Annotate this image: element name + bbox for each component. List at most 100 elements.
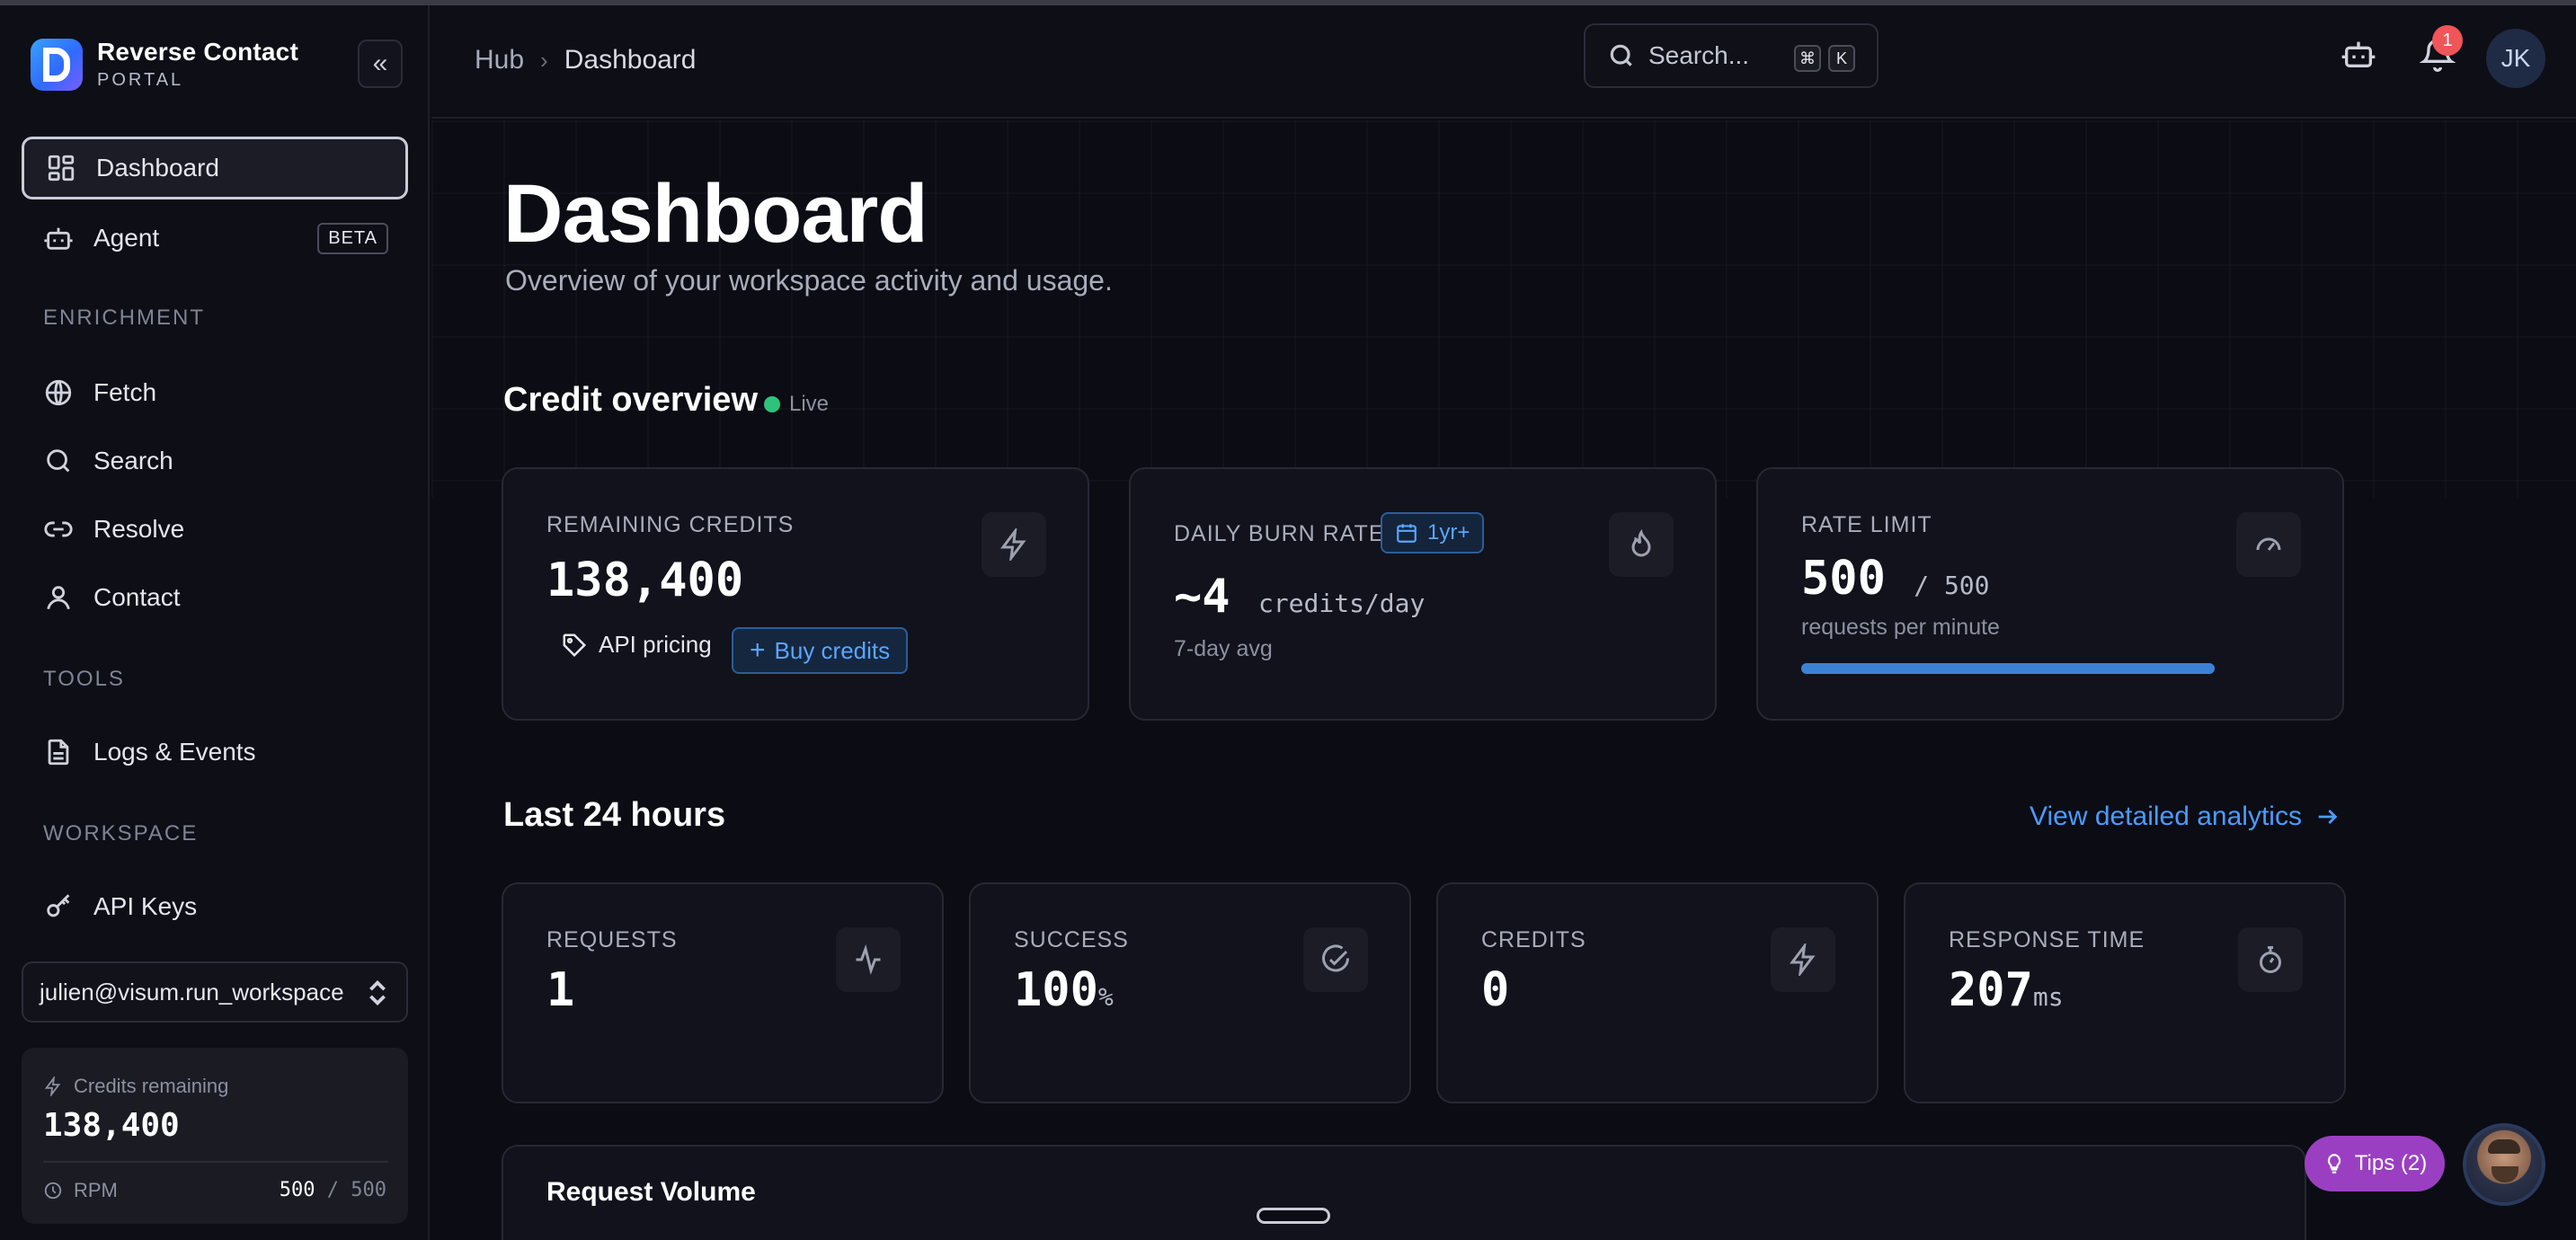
rpm-used: 500 [279,1179,315,1201]
activity-icon [836,927,901,992]
sidebar-item-logs-events[interactable]: Logs & Events [22,721,408,784]
brand[interactable]: Reverse Contact PORTAL [31,38,298,91]
sidebar-item-label: Fetch [93,378,157,406]
view-detailed-analytics-link[interactable]: View detailed analytics [2030,802,2340,832]
sidebar-item-resolve[interactable]: Resolve [22,498,408,561]
rate-limit-progress [1801,663,2215,674]
sidebar-item-fetch[interactable]: Fetch [22,361,408,424]
calendar-icon [1397,524,1417,543]
api-pricing-label: API pricing [599,631,712,658]
sidebar-item-dashboard[interactable]: Dashboard [22,137,408,199]
dashboard-icon [46,153,76,183]
sidebar-item-label: Contact [93,583,181,611]
range-label: 1yr+ [1427,520,1470,545]
section-label-tools: TOOLS [43,667,125,691]
remaining-credits-card: REMAINING CREDITS 138,400 API pricing + … [502,467,1089,721]
tips-button[interactable]: Tips (2) [2305,1136,2445,1191]
rate-limit-total: / 500 [1914,571,1990,600]
daily-burn-rate-card: DAILY BURN RATE 1yr+ ~4 credits/day 7-da… [1129,467,1717,721]
stat-label: SUCCESS [1014,927,1129,952]
support-chat-avatar[interactable] [2463,1123,2545,1206]
rate-limit-note: requests per minute [1801,615,2000,640]
stat-value: 1 [546,963,574,1017]
brand-name: Reverse Contact [97,38,298,66]
breadcrumb: Hub › Dashboard [475,45,696,75]
search-icon [43,446,74,476]
card-label: DAILY BURN RATE [1174,521,1385,546]
main-content: Dashboard Overview of your workspace act… [431,120,2576,1240]
lightning-icon [1771,927,1835,992]
agent-bot-button[interactable] [2341,36,2376,72]
credits-remaining-label: Credits remaining [74,1075,229,1097]
view-analytics-label: View detailed analytics [2030,802,2302,831]
collapse-sidebar-button[interactable]: « [358,40,403,88]
scroll-handle[interactable] [1257,1208,1330,1224]
user-avatar[interactable]: JK [2486,29,2545,88]
breadcrumb-current: Dashboard [564,45,697,75]
shortcut-k-key: K [1828,45,1855,72]
workspace-name: julien@visum.run_workspace [40,978,344,1005]
rpm-label: RPM [74,1179,118,1201]
plus-icon: + [750,635,766,665]
stat-card-response-time: RESPONSE TIME 207ms [1904,882,2346,1103]
rpm-separator: / [326,1179,339,1201]
burn-rate-note: 7-day avg [1174,636,1273,661]
credit-overview-heading: Credit overview [503,381,758,419]
chevron-updown-icon [369,979,386,1006]
burn-rate-number: ~4 [1174,570,1230,624]
search-input[interactable]: Search... ⌘ K [1584,23,1879,88]
stat-card-credits: CREDITS 0 [1436,882,1879,1103]
stat-label: CREDITS [1481,927,1586,952]
stat-value: 0 [1481,963,1509,1017]
rate-limit-card: RATE LIMIT 500 / 500 requests per minute [1756,467,2344,721]
rate-limit-used: 500 [1801,552,1886,606]
card-label: RATE LIMIT [1801,512,1932,537]
stat-card-success: SUCCESS 100% [969,882,1411,1103]
sidebar-item-api-keys[interactable]: API Keys [22,875,408,938]
page-title: Dashboard [503,168,928,260]
request-volume-card: Request Volume [502,1145,2306,1240]
beta-badge: BETA [317,223,388,254]
credits-remaining-value: 138,400 [43,1107,180,1144]
brand-logo-icon [31,38,83,91]
api-pricing-link[interactable]: API pricing [561,631,712,659]
stat-number: 100 [1014,963,1098,1017]
breadcrumb-hub[interactable]: Hub [475,45,524,75]
check-circle-icon [1303,927,1368,992]
stat-unit: % [1097,982,1114,1012]
stopwatch-icon [2238,927,2303,992]
lightning-icon [44,1076,61,1096]
shortcut-cmd-key: ⌘ [1794,45,1821,72]
stat-value: 100% [1014,963,1114,1017]
bot-icon [2341,41,2376,67]
stat-number: 207 [1949,963,2033,1017]
globe-icon [43,377,74,408]
chevron-right-icon: › [540,46,548,74]
workspace-switcher[interactable]: julien@visum.run_workspace [22,961,408,1023]
flame-icon [1609,512,1674,577]
buy-credits-label: Buy credits [774,636,891,664]
sidebar-item-label: Resolve [93,515,185,543]
link-icon [43,514,74,545]
rate-limit-value: 500 / 500 [1801,552,1990,606]
gauge-icon [2236,512,2301,577]
section-label-enrichment: ENRICHMENT [43,306,205,330]
arrow-right-icon [2318,810,2338,824]
sidebar-item-label: Logs & Events [93,738,256,766]
sidebar-item-agent[interactable]: Agent BETA [22,207,408,270]
rpm-total: 500 [351,1179,386,1201]
page-subtitle: Overview of your workspace activity and … [505,264,1113,297]
notification-count-badge: 1 [2432,25,2463,56]
sidebar-item-contact[interactable]: Contact [22,566,408,629]
tag-icon [563,633,587,657]
sidebar-item-label: Agent [93,224,160,252]
range-selector-button[interactable]: 1yr+ [1381,512,1485,554]
sidebar-item-search[interactable]: Search [22,430,408,492]
credits-summary: Credits remaining 138,400 RPM 500 / 500 [22,1048,408,1224]
burn-rate-unit: credits/day [1257,589,1426,618]
buy-credits-button[interactable]: + Buy credits [732,627,909,674]
remaining-credits-value: 138,400 [546,554,744,607]
sidebar: Reverse Contact PORTAL « Dashboard Agent… [0,5,430,1240]
sidebar-item-label: API Keys [93,892,198,920]
stat-unit: ms [2032,982,2064,1012]
